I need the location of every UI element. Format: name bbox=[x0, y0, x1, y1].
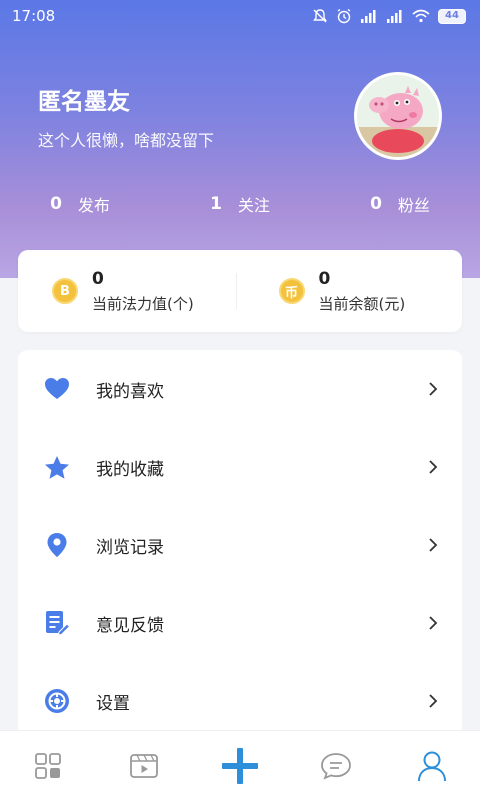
stat-count: 1 bbox=[210, 194, 222, 214]
status-icons: 44 bbox=[312, 8, 466, 24]
message-icon bbox=[321, 752, 351, 780]
mute-icon bbox=[313, 9, 327, 23]
menu-item-favorites[interactable]: 我的收藏 bbox=[18, 428, 462, 506]
menu-item-feedback[interactable]: 意见反馈 bbox=[18, 584, 462, 662]
menu-label: 我的喜欢 bbox=[96, 381, 164, 402]
coin-icon: 币 bbox=[278, 278, 305, 304]
user-bio: 这个人很懒，啥都没留下 bbox=[38, 131, 215, 150]
menu-list: 我的喜欢 我的收藏 浏览记录 意见反馈 设置 bbox=[18, 350, 462, 740]
wallet-value: 0 bbox=[92, 268, 104, 289]
location-pin-icon bbox=[44, 532, 70, 558]
user-name[interactable]: 匿名墨友 bbox=[38, 82, 130, 116]
profile-stats: 0 发布 1 关注 0 粉丝 bbox=[0, 190, 480, 218]
wallet-label: 当前余额(元) bbox=[318, 294, 406, 313]
video-icon bbox=[130, 753, 158, 778]
alarm-icon bbox=[337, 8, 351, 24]
stat-count: 0 bbox=[370, 194, 382, 214]
feedback-edit-icon bbox=[44, 610, 70, 636]
menu-label: 浏览记录 bbox=[96, 537, 164, 558]
chevron-right-icon bbox=[429, 538, 438, 552]
battery-icon: 44 bbox=[438, 8, 466, 24]
tab-profile[interactable] bbox=[384, 731, 480, 800]
wifi-icon bbox=[412, 9, 430, 23]
menu-label: 设置 bbox=[96, 693, 130, 714]
avatar[interactable] bbox=[354, 72, 442, 160]
coin-icon: B bbox=[52, 278, 78, 304]
signal-icon bbox=[361, 10, 376, 23]
heart-icon bbox=[44, 376, 70, 402]
signal-icon bbox=[387, 10, 402, 23]
settings-icon bbox=[44, 688, 70, 714]
grid-icon bbox=[35, 752, 61, 779]
cash-balance[interactable]: 币 0 当前余额(元) bbox=[235, 269, 463, 313]
menu-label: 我的收藏 bbox=[96, 459, 164, 480]
stat-label: 发布 bbox=[77, 196, 110, 215]
avatar-image bbox=[357, 75, 439, 157]
status-time: 17:08 bbox=[12, 7, 56, 25]
plus-icon bbox=[222, 747, 258, 784]
stat-label: 粉丝 bbox=[397, 196, 430, 215]
wallet-card: B 0 当前法力值(个) 币 0 当前余额(元) bbox=[18, 250, 462, 332]
chevron-right-icon bbox=[429, 616, 438, 630]
chevron-right-icon bbox=[429, 694, 438, 708]
status-bar: 17:08 44 bbox=[0, 0, 480, 32]
stat-label: 关注 bbox=[237, 196, 270, 215]
wallet-value: 0 bbox=[318, 268, 331, 289]
chevron-right-icon bbox=[429, 382, 438, 396]
menu-item-history[interactable]: 浏览记录 bbox=[18, 506, 462, 584]
menu-label: 意见反馈 bbox=[96, 615, 164, 636]
chevron-right-icon bbox=[429, 460, 438, 474]
stat-posts[interactable]: 0 发布 bbox=[0, 190, 160, 218]
star-icon bbox=[44, 454, 70, 480]
menu-item-settings[interactable]: 设置 bbox=[18, 662, 462, 740]
wallet-label: 当前法力值(个) bbox=[92, 294, 194, 313]
tab-messages[interactable] bbox=[288, 731, 384, 800]
tab-publish[interactable] bbox=[192, 731, 288, 800]
stat-following[interactable]: 1 关注 bbox=[160, 190, 320, 218]
tab-home[interactable] bbox=[0, 731, 96, 800]
stat-count: 0 bbox=[50, 194, 62, 214]
menu-item-likes[interactable]: 我的喜欢 bbox=[18, 350, 462, 428]
bottom-tab-bar bbox=[0, 730, 480, 800]
mana-balance[interactable]: B 0 当前法力值(个) bbox=[18, 250, 236, 332]
tab-video[interactable] bbox=[96, 731, 192, 800]
profile-icon bbox=[418, 751, 446, 781]
stat-followers[interactable]: 0 粉丝 bbox=[320, 190, 480, 218]
